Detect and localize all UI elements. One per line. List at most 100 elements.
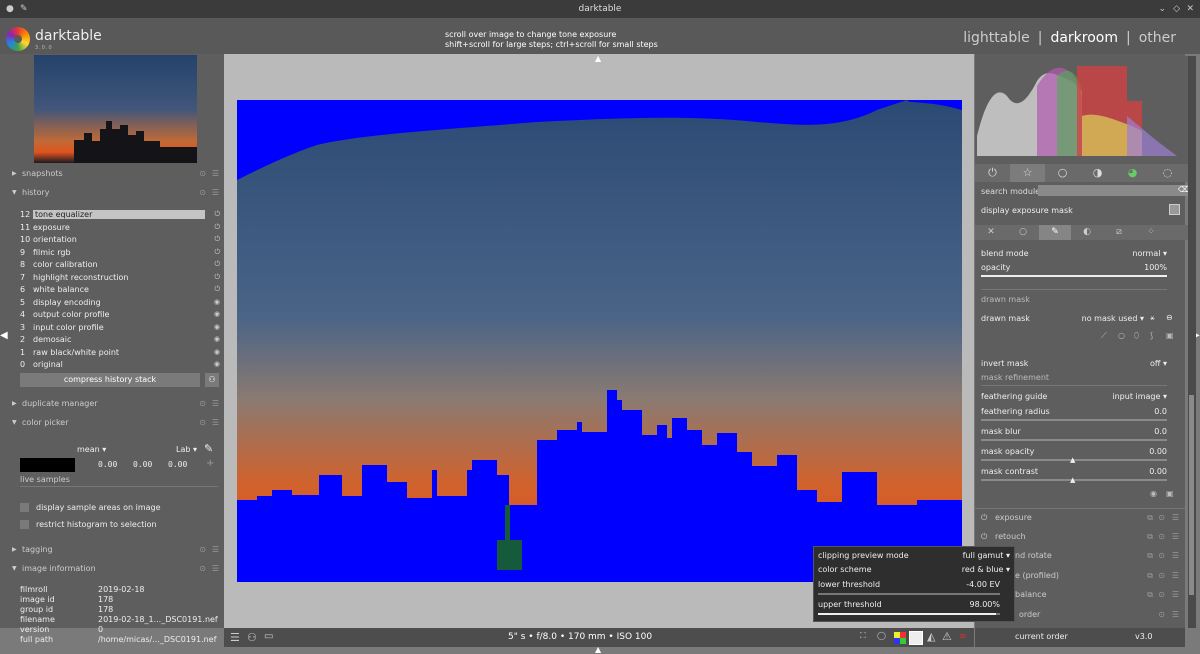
minimize-icon[interactable]: ⌄ (1158, 0, 1166, 18)
display-exposure-mask-toggle[interactable] (1169, 204, 1180, 215)
guides-icon[interactable]: ⛶ (860, 631, 866, 641)
pin-icon[interactable]: ✎ (20, 0, 28, 18)
multi-instance-icon[interactable]: ⧉ (1147, 551, 1153, 561)
reset-icon[interactable]: ⊙ (199, 418, 206, 427)
tab-base-icon[interactable]: ○ (1045, 164, 1080, 182)
temporarily-switch-off-icon[interactable]: ▣ (1166, 489, 1174, 498)
brush-icon[interactable]: ⟋ (1101, 331, 1107, 341)
presets-icon[interactable]: ☰ (212, 399, 219, 408)
display-mask-icon[interactable]: ◉ (1150, 489, 1157, 498)
opacity-slider[interactable] (981, 275, 1167, 277)
history-item[interactable]: 6 white balance ⏻ (20, 283, 220, 295)
view-darkroom[interactable]: darkroom (1050, 30, 1118, 46)
reset-icon[interactable]: ⊙ (199, 545, 206, 554)
blend-parametric-icon[interactable]: ◐ (1071, 225, 1103, 240)
lower-threshold-slider[interactable] (818, 593, 1000, 595)
presets-icon[interactable]: ☰ (1172, 551, 1179, 560)
history-item[interactable]: 12 tone equalizer ⏻ (20, 208, 220, 220)
view-lighttable[interactable]: lighttable (963, 30, 1030, 46)
feathering-guide-select[interactable]: input image ▾ (1112, 392, 1167, 401)
history-item[interactable]: 5 display encoding ◉ (20, 296, 220, 308)
blend-raster-icon[interactable]: ⁘ (1135, 225, 1167, 240)
main-image-canvas[interactable] (237, 100, 962, 582)
raw-overexposed-icon[interactable] (894, 632, 906, 644)
navigation-thumbnail[interactable] (34, 55, 197, 163)
presets-icon[interactable]: ☰ (212, 564, 219, 573)
remove-mask-icon[interactable]: ⊖ (1166, 313, 1173, 322)
second-window-icon[interactable]: ▭ (264, 631, 273, 642)
upper-threshold-slider[interactable] (818, 613, 1000, 615)
module-history[interactable]: ▼ history ⊙ ☰ (12, 184, 224, 201)
presets-icon[interactable]: ☰ (212, 418, 219, 427)
color-scheme-select[interactable]: red & blue ▾ (962, 565, 1010, 574)
history-item[interactable]: 10 orientation ⏻ (20, 233, 220, 245)
presets-icon[interactable]: ☰ (212, 169, 219, 178)
gradient-shape-icon[interactable]: ▣ (1166, 331, 1174, 340)
add-sample-icon[interactable]: + (206, 458, 214, 469)
history-item[interactable]: 0 original ◉ (20, 358, 220, 370)
tab-tone-icon[interactable]: ◑ (1080, 164, 1115, 182)
history-item[interactable]: 1 raw black/white point ◉ (20, 346, 220, 358)
display-sample-checkbox[interactable] (20, 503, 29, 512)
quick-access-icon[interactable]: ☰ (230, 631, 240, 644)
history-item[interactable]: 9 filmic rgb ⏻ (20, 246, 220, 258)
clipping-indicator-icon[interactable] (909, 631, 923, 645)
reset-icon[interactable]: ⊙ (199, 399, 206, 408)
history-item[interactable]: 3 input color profile ◉ (20, 321, 220, 333)
eyedropper-icon[interactable]: ✎ (204, 442, 213, 455)
mask-blur-slider[interactable] (981, 439, 1167, 441)
reset-icon[interactable]: ⊙ (1158, 551, 1165, 560)
reset-icon[interactable]: ⊙ (199, 564, 206, 573)
presets-icon[interactable]: ☰ (1172, 513, 1179, 522)
history-item[interactable]: 11 exposure ⏻ (20, 221, 220, 233)
module-image-information[interactable]: ▼ image information ⊙ ☰ (12, 560, 224, 577)
module-exposure-row[interactable]: ⏻ exposure ⧉ ⊙ ☰ (975, 508, 1185, 526)
blend-off-icon[interactable]: ✕ (975, 225, 1007, 240)
search-module-input[interactable] (1038, 185, 1190, 196)
tab-correct-icon[interactable]: ◌ (1150, 164, 1185, 182)
presets-icon[interactable]: ☰ (212, 188, 219, 197)
presets-icon[interactable]: ☰ (1172, 532, 1179, 541)
history-item[interactable]: 8 color calibration ⏻ (20, 258, 220, 270)
tab-favorites-icon[interactable]: ☆ (1010, 164, 1045, 182)
compress-history-button[interactable]: compress history stack (20, 373, 200, 387)
tab-color-icon[interactable]: ◕ (1115, 164, 1150, 182)
module-retouch-row[interactable]: ⏻ retouch ⧉ ⊙ ☰ (975, 528, 1185, 546)
multi-instance-icon[interactable]: ⧉ (1147, 590, 1153, 600)
top-panel-arrow[interactable]: ▲ (595, 54, 601, 63)
presets-icon[interactable]: ☰ (1172, 610, 1179, 619)
reset-icon[interactable]: ⊙ (199, 169, 206, 178)
history-item[interactable]: 7 highlight reconstruction ⏻ (20, 271, 220, 283)
blend-drawn-parametric-icon[interactable]: ⧄ (1103, 225, 1135, 240)
circle-shape-icon[interactable]: ○ (1118, 331, 1125, 340)
presets-icon[interactable]: ☰ (1172, 571, 1179, 580)
multi-instance-icon[interactable]: ⧉ (1147, 532, 1153, 542)
blend-uniform-icon[interactable]: ○ (1007, 225, 1039, 240)
power-icon[interactable]: ⏻ (981, 532, 987, 542)
reset-icon[interactable]: ⊙ (1158, 513, 1165, 522)
presets-icon[interactable]: ☰ (1172, 590, 1179, 599)
reset-icon[interactable]: ⊙ (1158, 590, 1165, 599)
styles-icon[interactable]: ⚇ (247, 631, 257, 644)
drawn-mask-select[interactable]: no mask used ▾ (1082, 314, 1144, 323)
reset-icon[interactable]: ⊙ (1158, 571, 1165, 580)
ellipse-shape-icon[interactable]: ⬯ (1134, 331, 1139, 341)
invert-mask-select[interactable]: off ▾ (1150, 359, 1167, 368)
restrict-histogram-checkbox[interactable] (20, 520, 29, 529)
left-panel-collapse-arrow[interactable]: ◀ (0, 330, 8, 341)
history-item[interactable]: 2 demosaic ◉ (20, 333, 220, 345)
module-tagging[interactable]: ▶ tagging ⊙ ☰ (12, 541, 224, 558)
history-item[interactable]: 4 output color profile ◉ (20, 308, 220, 320)
multi-instance-icon[interactable]: ⧉ (1147, 513, 1153, 523)
focus-peaking-icon[interactable]: ≡ (959, 632, 967, 642)
maximize-icon[interactable]: ◇ (1173, 0, 1180, 18)
scrollbar-thumb[interactable] (1189, 395, 1194, 595)
presets-icon[interactable]: ☰ (212, 545, 219, 554)
reset-icon[interactable]: ⊙ (1158, 610, 1165, 619)
reset-icon[interactable]: ⊙ (199, 188, 206, 197)
module-snapshots[interactable]: ▶ snapshots ⊙ ☰ (12, 165, 224, 182)
clipping-mode-select[interactable]: full gamut ▾ (963, 551, 1010, 560)
reset-icon[interactable]: ⊙ (1158, 532, 1165, 541)
softproof-icon[interactable]: ◭ (927, 630, 935, 643)
tab-active-modules-icon[interactable]: ⏻ (975, 164, 1010, 182)
